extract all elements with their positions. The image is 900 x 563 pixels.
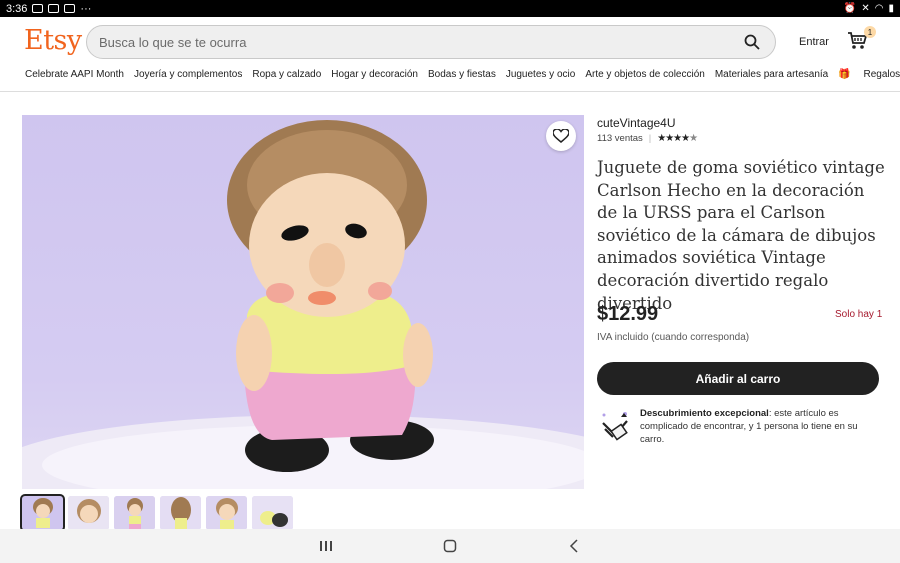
nav-item-toys[interactable]: Juguetes y ocio <box>506 69 576 80</box>
separator: | <box>648 133 652 144</box>
recent-apps-button[interactable] <box>316 536 336 556</box>
nav-item-craft[interactable]: Materiales para artesanía <box>715 69 828 80</box>
tax-note: IVA incluido (cuando corresponda) <box>597 332 750 343</box>
discovery-bold: Descubrimiento excepcional <box>640 408 769 419</box>
discovery-text: Descubrimiento excepcional: este artícul… <box>640 407 870 446</box>
home-icon <box>443 539 457 553</box>
nav-item-weddings[interactable]: Bodas y fiestas <box>428 69 496 80</box>
product-title: Juguete de goma soviético vintage Carlso… <box>597 158 885 313</box>
cart-button[interactable]: 1 <box>846 26 876 55</box>
nav-item-art[interactable]: Arte y objetos de colección <box>585 69 705 80</box>
etsy-logo[interactable]: Etsy <box>24 25 82 56</box>
back-icon <box>569 539 578 553</box>
nav-item-gifts-label: Regalos <box>863 69 900 80</box>
back-button[interactable] <box>564 536 584 556</box>
alarm-icon: ⏰ <box>843 3 857 14</box>
sales-count: 113 ventas <box>597 133 643 144</box>
thumbnail[interactable] <box>206 496 247 530</box>
discovery-icon <box>599 409 639 443</box>
heart-icon <box>553 129 569 143</box>
nav-item-clothing[interactable]: Ropa y calzado <box>252 69 321 80</box>
nav-item-home[interactable]: Hogar y decoración <box>331 69 418 80</box>
thumbnail[interactable] <box>252 496 293 530</box>
nav-item-gifts[interactable]: 🎁 Regalos <box>838 69 900 80</box>
notification-icon <box>32 4 44 13</box>
search-icon[interactable] <box>741 31 763 53</box>
thumbnail[interactable] <box>114 496 155 530</box>
home-button[interactable] <box>440 536 460 556</box>
add-to-cart-button[interactable]: Añadir al carro <box>597 362 879 395</box>
product-price: $12.99 <box>597 303 659 325</box>
nav-item-jewelry[interactable]: Joyería y complementos <box>134 69 242 80</box>
gift-icon: 🎁 <box>838 69 851 80</box>
search-bar[interactable] <box>86 25 776 59</box>
thumbnail-strip <box>20 494 293 532</box>
sales-rating-row: 113 ventas | ★★★★★ <box>597 133 698 144</box>
wifi-icon: ◠ <box>874 3 884 14</box>
nav-item-aapi[interactable]: Celebrate AAPI Month <box>25 69 124 80</box>
thumbnail[interactable] <box>68 496 109 530</box>
seller-name[interactable]: cuteVintage4U <box>597 116 676 130</box>
battery-icon: ▮ <box>888 3 894 14</box>
site-header: Etsy Entrar 1 <box>0 17 900 67</box>
category-nav: Celebrate AAPI Month Joyería y complemen… <box>25 69 900 80</box>
status-bar: 3:36 ··· ⏰ ✕ ◠ ▮ <box>0 0 900 17</box>
star-rating[interactable]: ★★★★★ <box>657 133 698 144</box>
status-time: 3:36 <box>6 2 28 15</box>
thumbnail[interactable] <box>160 496 201 530</box>
thumbnail[interactable] <box>20 494 65 532</box>
recent-apps-icon <box>320 541 332 551</box>
product-main-image[interactable] <box>22 115 584 489</box>
notification-icon <box>64 4 76 13</box>
signin-link[interactable]: Entrar <box>799 36 829 48</box>
notification-icon <box>48 4 60 13</box>
search-input[interactable] <box>99 34 741 50</box>
favorite-button[interactable] <box>546 121 576 151</box>
header-divider <box>0 91 900 92</box>
more-notifications-icon: ··· <box>80 2 92 15</box>
cart-count-badge: 1 <box>864 26 876 38</box>
stock-notice: Solo hay 1 <box>835 309 883 320</box>
product-photo <box>22 120 584 489</box>
mute-icon: ✕ <box>861 3 870 14</box>
